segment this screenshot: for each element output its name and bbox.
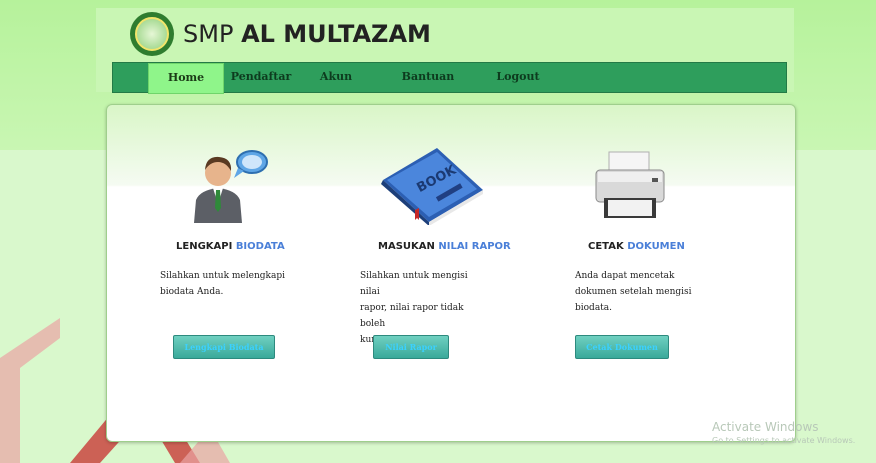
activate-windows-title: Activate Windows <box>712 420 819 434</box>
nilai-rapor-button[interactable]: Nilai Rapor <box>373 335 449 359</box>
nav-logout[interactable]: Logout <box>491 63 545 92</box>
nav-bantuan[interactable]: Bantuan <box>398 63 458 92</box>
cetak-dokumen-button[interactable]: Cetak Dokumen <box>575 335 669 359</box>
printer-icon <box>595 151 665 218</box>
card-biodata-desc: Silahkan untuk melengkapi biodata Anda. <box>160 271 285 297</box>
site-brand: SMP AL MULTAZAM <box>183 20 431 48</box>
card-dokumen-desc: Anda dapat mencetak dokumen setelah meng… <box>575 271 692 313</box>
activate-windows-subtitle: Go to Settings to activate Windows. <box>712 436 856 445</box>
brand-name: AL MULTAZAM <box>241 20 431 48</box>
card-dokumen-title: CETAK DOKUMEN <box>588 241 685 252</box>
main-navbar: Home Pendaftar Akun Bantuan Logout <box>112 62 787 94</box>
brand-prefix: SMP <box>183 20 234 48</box>
card-biodata-title: LENGKAPI BIODATA <box>176 241 285 252</box>
book-icon: BOOK <box>381 148 483 225</box>
user-speech-icon <box>194 150 268 223</box>
card-rapor-title: MASUKAN NILAI RAPOR <box>378 241 511 252</box>
nav-akun[interactable]: Akun <box>313 63 359 92</box>
nav-pendaftar[interactable]: Pendaftar <box>225 63 297 92</box>
school-logo-icon <box>130 12 174 56</box>
nav-home[interactable]: Home <box>148 63 224 94</box>
lengkapi-biodata-button[interactable]: Lengkapi Biodata <box>173 335 275 359</box>
